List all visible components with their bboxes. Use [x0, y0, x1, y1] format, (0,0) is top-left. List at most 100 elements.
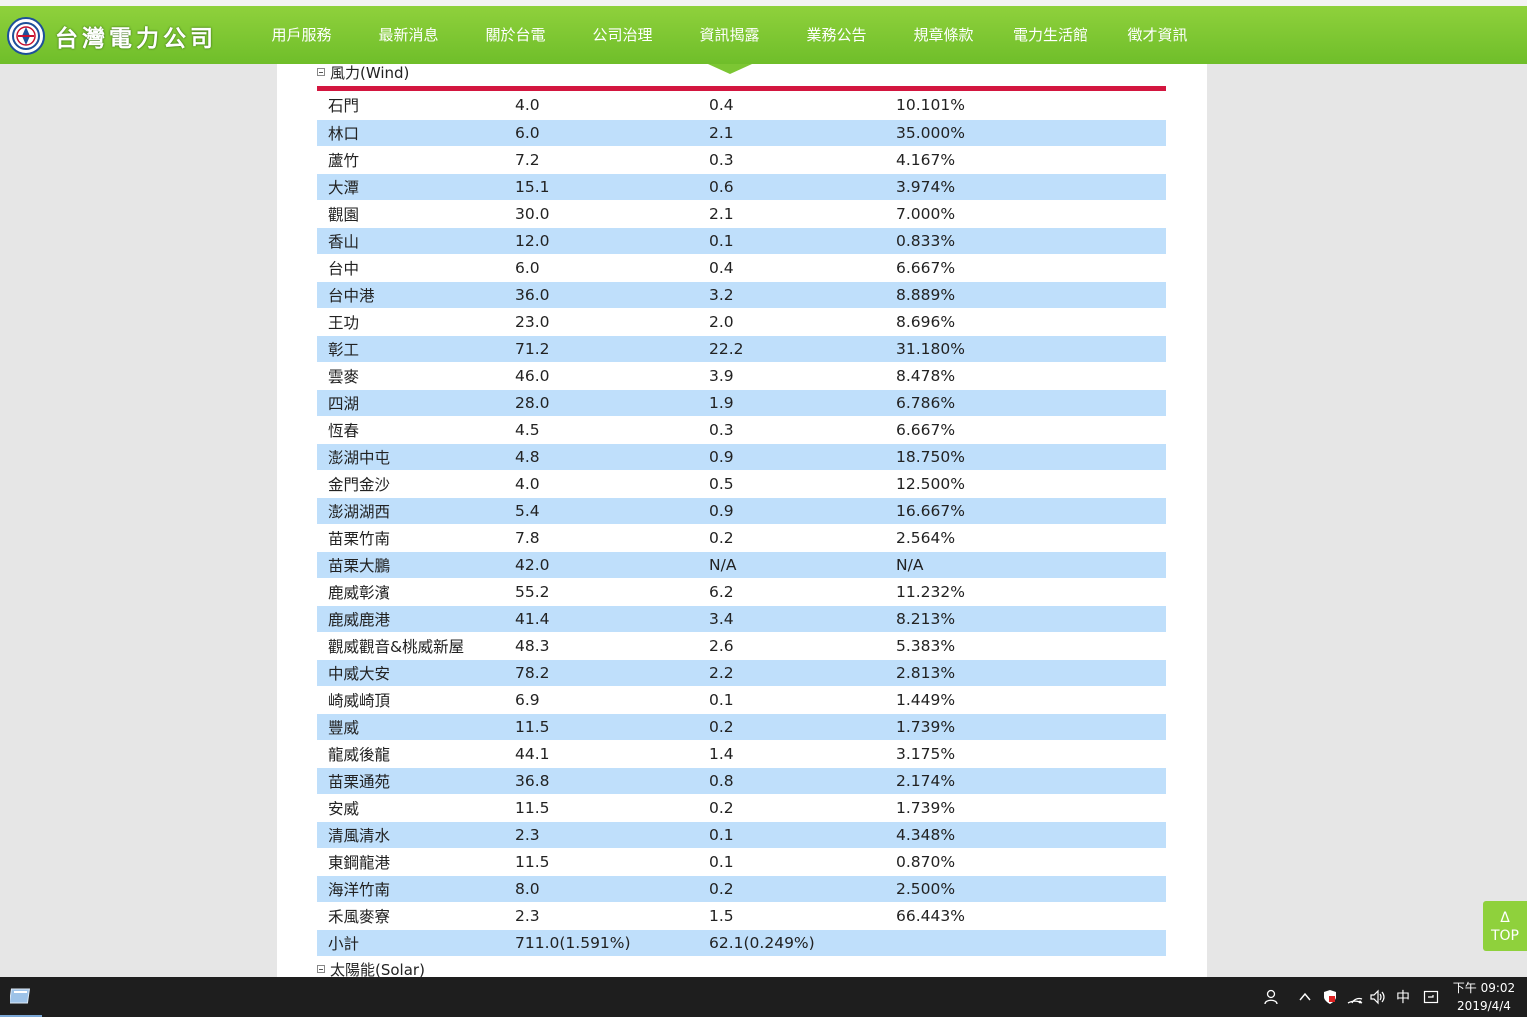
- capacity-value: 11.5: [504, 794, 698, 822]
- capacity-value: 6.0: [504, 119, 698, 147]
- capacity-value: 41.4: [504, 605, 698, 633]
- station-name: 鹿威鹿港: [317, 605, 504, 633]
- capacity-value: 2.3: [504, 902, 698, 930]
- station-name: 雲麥: [317, 362, 504, 390]
- ratio-value: 1.449%: [885, 686, 1166, 714]
- nav-item-6[interactable]: 規章條款: [890, 6, 997, 64]
- ratio-value: 2.500%: [885, 875, 1166, 903]
- station-name: 安威: [317, 794, 504, 822]
- ratio-value: 4.167%: [885, 146, 1166, 174]
- generation-value: 2.0: [698, 308, 885, 336]
- capacity-value: 46.0: [504, 362, 698, 390]
- brand-name: 台灣電力公司: [55, 25, 217, 52]
- station-name: 澎湖湖西: [317, 497, 504, 525]
- ratio-value: 3.974%: [885, 173, 1166, 201]
- table-row: 台中 6.0 0.4 6.667%: [317, 254, 1166, 282]
- ratio-value: N/A: [885, 551, 1166, 579]
- system-clock[interactable]: 下午 09:02 2019/4/4: [1448, 979, 1520, 1015]
- ratio-value: 1.739%: [885, 713, 1166, 741]
- wind-section-title: 風力(Wind): [330, 64, 410, 82]
- generation-value: 2.1: [698, 119, 885, 147]
- table-row: 香山 12.0 0.1 0.833%: [317, 227, 1166, 255]
- capacity-value: 36.0: [504, 281, 698, 309]
- station-name: 觀園: [317, 200, 504, 228]
- station-name: 彰工: [317, 335, 504, 363]
- table-row: 林口 6.0 2.1 35.000%: [317, 119, 1166, 147]
- station-name: 香山: [317, 227, 504, 255]
- nav-item-3[interactable]: 公司治理: [569, 6, 676, 64]
- station-name: 鹿威彰濱: [317, 578, 504, 606]
- capacity-value: 42.0: [504, 551, 698, 579]
- nav-item-5[interactable]: 業務公告: [783, 6, 890, 64]
- security-shield-icon[interactable]: [1322, 977, 1338, 1017]
- back-to-top-button[interactable]: Δ TOP: [1483, 901, 1527, 951]
- table-row: 澎湖湖西 5.4 0.9 16.667%: [317, 497, 1166, 525]
- wind-section-header[interactable]: 風力(Wind): [317, 64, 409, 83]
- ratio-value: 0.870%: [885, 848, 1166, 876]
- capacity-value: 23.0: [504, 308, 698, 336]
- ratio-value: 4.348%: [885, 821, 1166, 849]
- station-name: 蘆竹: [317, 146, 504, 174]
- taskbar-app-button[interactable]: [0, 977, 42, 1017]
- station-name: 恆春: [317, 416, 504, 444]
- table-row: 苗栗通苑 36.8 0.8 2.174%: [317, 767, 1166, 795]
- ratio-value: 66.443%: [885, 902, 1166, 930]
- capacity-value: 11.5: [504, 713, 698, 741]
- nav-item-8[interactable]: 徵才資訊: [1104, 6, 1211, 64]
- generation-value: 3.2: [698, 281, 885, 309]
- generation-value: 0.4: [698, 92, 885, 120]
- capacity-value: 6.9: [504, 686, 698, 714]
- people-icon[interactable]: [1262, 977, 1280, 1017]
- collapse-icon[interactable]: [317, 965, 325, 973]
- station-name: 海洋竹南: [317, 875, 504, 903]
- nav-item-4[interactable]: 資訊揭露: [676, 6, 783, 64]
- station-name: 四湖: [317, 389, 504, 417]
- site-logo[interactable]: 台灣電力公司: [7, 16, 217, 56]
- generation-value: 3.9: [698, 362, 885, 390]
- ime-indicator[interactable]: 中: [1396, 977, 1410, 1017]
- station-name: 崎威崎頂: [317, 686, 504, 714]
- main-content: 風力(Wind) 石門 4.0 0.4 10.101% 林口 6.0 2.1 35.000% 蘆…: [277, 64, 1207, 977]
- generation-value: 3.4: [698, 605, 885, 633]
- ratio-value: 2.564%: [885, 524, 1166, 552]
- volume-icon[interactable]: [1369, 977, 1387, 1017]
- capacity-value: 55.2: [504, 578, 698, 606]
- table-row: 苗栗大鵬 42.0 N/A N/A: [317, 551, 1166, 579]
- station-name: 小計: [317, 929, 504, 957]
- app-window-icon: [10, 988, 31, 1004]
- nav-item-7[interactable]: 電力生活館: [997, 6, 1104, 64]
- nav-item-2[interactable]: 關於台電: [462, 6, 569, 64]
- station-name: 中威大安: [317, 659, 504, 687]
- generation-value: 0.8: [698, 767, 885, 795]
- action-center-icon[interactable]: [1423, 977, 1439, 1017]
- collapse-icon[interactable]: [317, 68, 325, 76]
- ratio-value: 1.739%: [885, 794, 1166, 822]
- generation-value: 0.1: [698, 821, 885, 849]
- capacity-value: 11.5: [504, 848, 698, 876]
- table-row: 觀園 30.0 2.1 7.000%: [317, 200, 1166, 228]
- ratio-value: 3.175%: [885, 740, 1166, 768]
- capacity-value: 48.3: [504, 632, 698, 660]
- wifi-icon[interactable]: [1346, 977, 1364, 1017]
- table-row: 蘆竹 7.2 0.3 4.167%: [317, 146, 1166, 174]
- station-name: 苗栗通苑: [317, 767, 504, 795]
- nav-item-1[interactable]: 最新消息: [355, 6, 462, 64]
- ratio-value: 18.750%: [885, 443, 1166, 471]
- station-name: 苗栗竹南: [317, 524, 504, 552]
- capacity-value: 8.0: [504, 875, 698, 903]
- generation-value: 2.1: [698, 200, 885, 228]
- station-name: 澎湖中屯: [317, 443, 504, 471]
- capacity-value: 12.0: [504, 227, 698, 255]
- table-row: 澎湖中屯 4.8 0.9 18.750%: [317, 443, 1166, 471]
- main-nav: 用戶服務 最新消息 關於台電 公司治理 資訊揭露 業務公告 規章條款 電力生活館 徵才資訊: [248, 6, 1211, 64]
- generation-value: 0.6: [698, 173, 885, 201]
- chevron-up-icon[interactable]: [1298, 977, 1312, 1017]
- generation-value: 1.9: [698, 389, 885, 417]
- clock-date: 2019/4/4: [1457, 999, 1511, 1013]
- generation-value: 0.9: [698, 443, 885, 471]
- solar-section-header[interactable]: 太陽能(Solar): [317, 958, 425, 977]
- ratio-value: 11.232%: [885, 578, 1166, 606]
- generation-value: 62.1(0.249%): [698, 929, 885, 957]
- table-row: 禾風麥寮 2.3 1.5 66.443%: [317, 902, 1166, 930]
- nav-item-0[interactable]: 用戶服務: [248, 6, 355, 64]
